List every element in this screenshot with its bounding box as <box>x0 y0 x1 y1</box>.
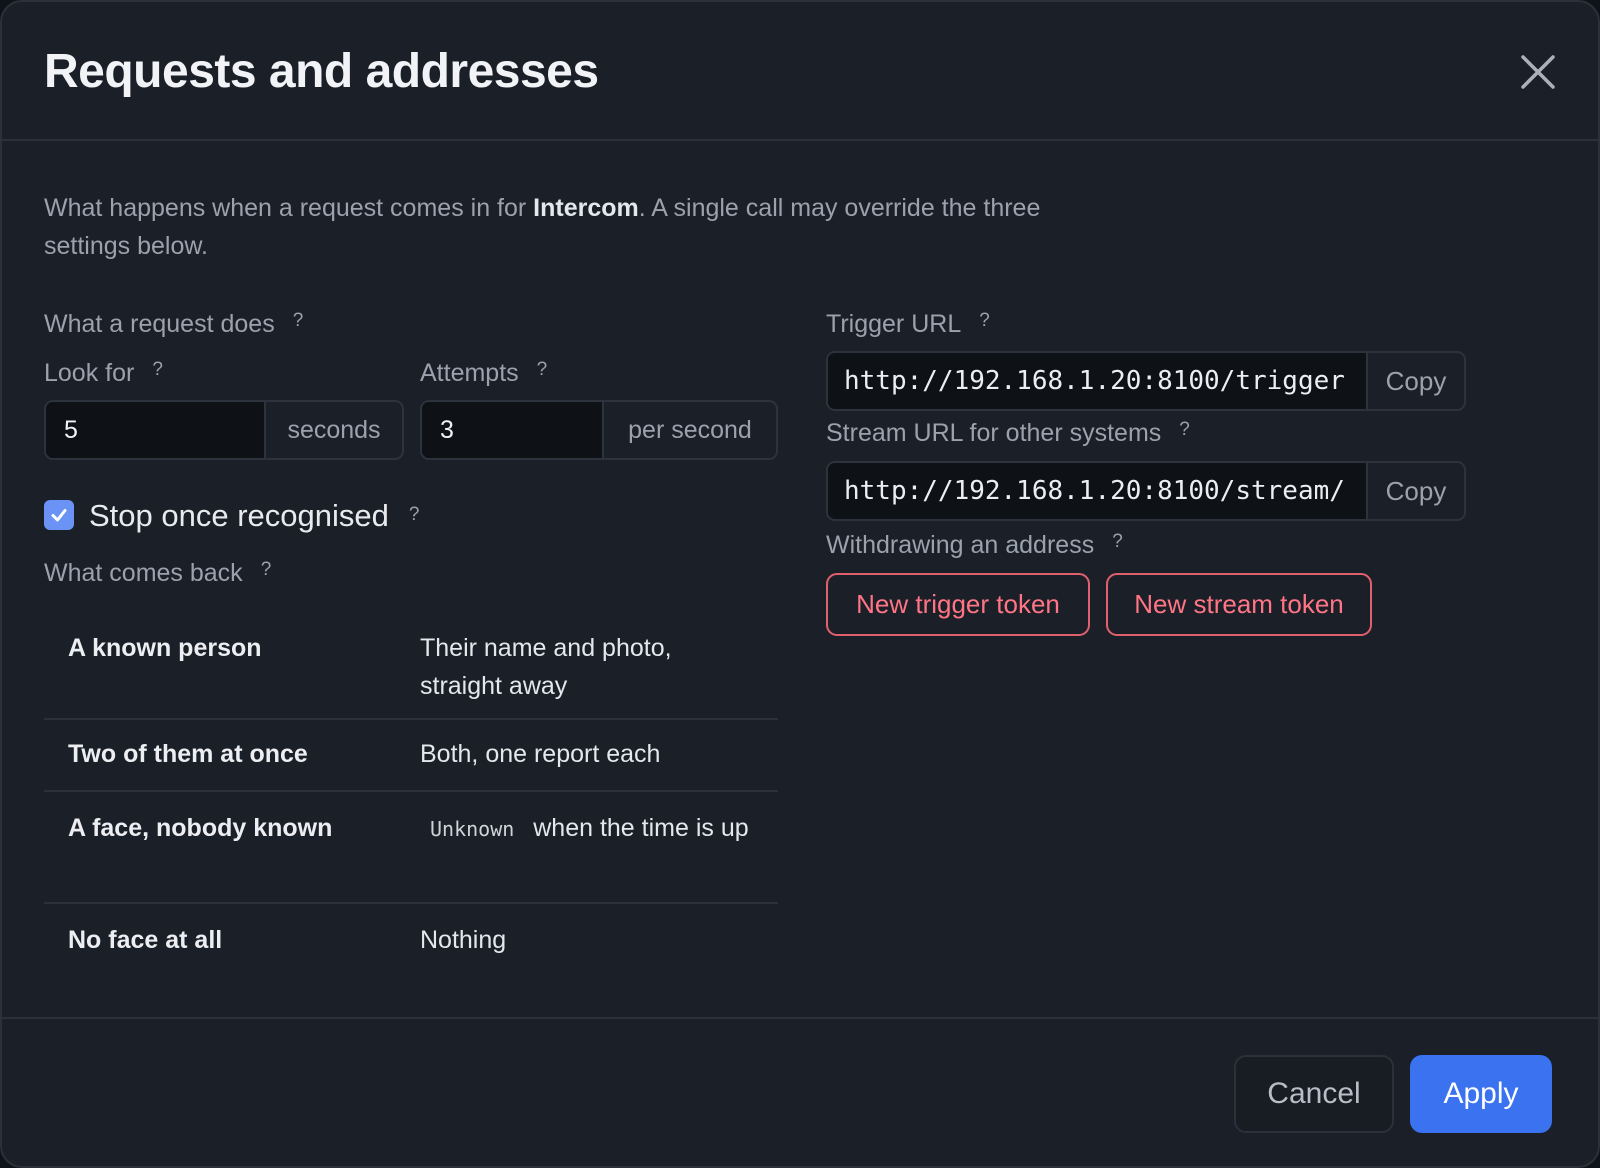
trigger-url-field[interactable]: http://192.168.1.20:8100/trigger <box>828 353 1366 409</box>
help-icon[interactable]: ? <box>261 555 272 585</box>
look-for-suffix: seconds <box>264 402 402 458</box>
help-icon[interactable]: ? <box>1112 527 1123 557</box>
help-icon[interactable]: ? <box>979 306 990 336</box>
table-row: A known person Their name and photo, str… <box>44 614 778 720</box>
dialog-description: What happens when a request comes in for… <box>44 194 1041 260</box>
device-name: Intercom <box>533 194 639 222</box>
attempts-input[interactable] <box>422 402 602 458</box>
table-row: Two of them at once Both, one report eac… <box>44 720 778 792</box>
help-icon[interactable]: ? <box>1179 415 1190 445</box>
copy-trigger-url-button[interactable]: Copy <box>1366 353 1464 409</box>
case-cell: A face, nobody known <box>68 814 333 842</box>
case-cell: No face at all <box>68 926 223 954</box>
dialog-title: Requests and addresses <box>44 45 599 98</box>
trigger-url-group: http://192.168.1.20:8100/trigger Copy <box>826 351 1466 411</box>
stop-once-recognised-label[interactable]: Stop once recognised? <box>89 497 419 534</box>
copy-stream-url-button[interactable]: Copy <box>1366 463 1464 519</box>
trigger-url-label: Trigger URL? <box>826 306 990 339</box>
apply-button[interactable]: Apply <box>1410 1055 1552 1133</box>
attempts-label: Attempts? <box>420 355 547 388</box>
stop-once-recognised-checkbox[interactable] <box>44 500 74 530</box>
new-trigger-token-button[interactable]: New trigger token <box>826 573 1090 636</box>
check-icon <box>51 509 67 522</box>
result-cell: Their name and photo, straight away <box>420 634 672 700</box>
close-button[interactable] <box>1516 50 1560 94</box>
case-cell: Two of them at once <box>68 740 308 768</box>
look-for-input[interactable] <box>46 402 264 458</box>
help-icon[interactable]: ? <box>152 355 163 385</box>
look-for-label: Look for? <box>44 355 163 388</box>
case-cell: A known person <box>68 634 262 662</box>
attempts-suffix: per second <box>602 402 776 458</box>
stream-url-group: http://192.168.1.20:8100/stream/ Copy <box>826 461 1466 521</box>
help-icon[interactable]: ? <box>409 497 420 533</box>
look-for-group: seconds <box>44 400 404 460</box>
cancel-button[interactable]: Cancel <box>1234 1055 1394 1133</box>
help-icon[interactable]: ? <box>293 306 304 336</box>
requests-dialog: Requests and addresses What happens when… <box>0 0 1600 1168</box>
stream-url-label: Stream URL for other systems? <box>826 415 1190 448</box>
result-cell: Nothing <box>420 926 507 954</box>
result-cell: Both, one report each <box>420 740 661 768</box>
attempts-group: per second <box>420 400 778 460</box>
table-row: A face, nobody known Unknown when the ti… <box>44 792 778 904</box>
returns-label: What comes back? <box>44 555 271 588</box>
request-section-label: What a request does? <box>44 306 303 339</box>
result-cell: Unknown when the time is up <box>420 809 778 902</box>
help-icon[interactable]: ? <box>537 355 548 385</box>
dialog-header: Requests and addresses <box>2 2 1598 141</box>
close-icon <box>1521 55 1555 89</box>
withdraw-label: Withdrawing an address? <box>826 527 1123 560</box>
unknown-code: Unknown <box>430 817 515 841</box>
table-row: No face at all Nothing <box>44 904 778 976</box>
stream-url-field[interactable]: http://192.168.1.20:8100/stream/ <box>828 463 1366 519</box>
returns-table: A known person Their name and photo, str… <box>44 614 778 976</box>
new-stream-token-button[interactable]: New stream token <box>1106 573 1372 636</box>
